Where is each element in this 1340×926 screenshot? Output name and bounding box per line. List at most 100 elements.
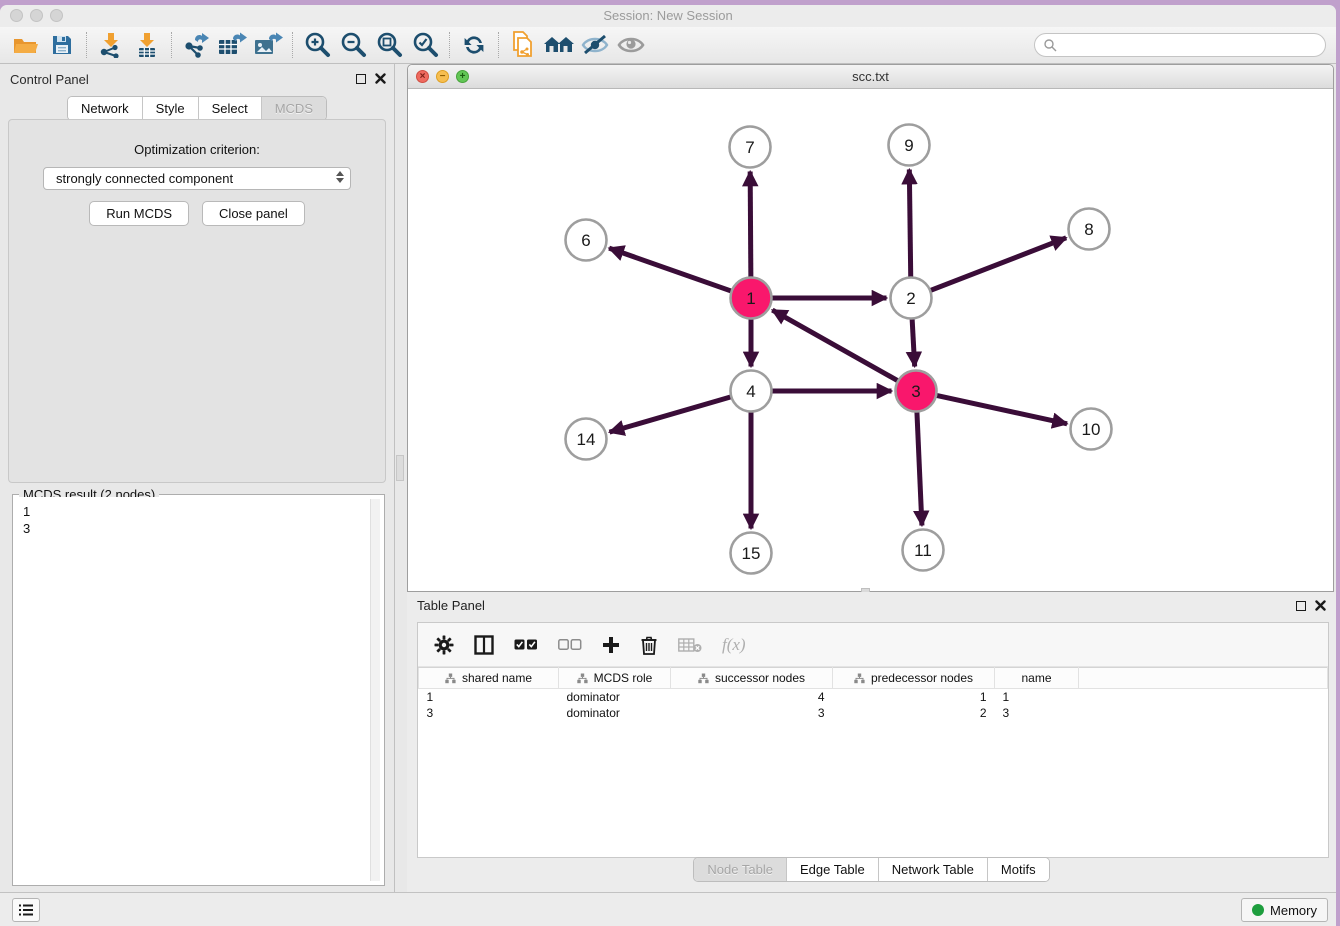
column-header-predecessor-nodes[interactable]: predecessor nodes bbox=[833, 668, 995, 689]
import-table-button[interactable] bbox=[129, 29, 165, 61]
close-table-panel-icon[interactable] bbox=[1315, 600, 1326, 611]
network-file-icon bbox=[510, 31, 536, 59]
graph-node-4[interactable]: 4 bbox=[731, 371, 772, 412]
network-view-window: × − + scc.txt 7 9 6 8 1 2 4 3 14 10 15 11 bbox=[407, 64, 1334, 592]
tab-select[interactable]: Select bbox=[199, 97, 262, 120]
graph-node-8[interactable]: 8 bbox=[1069, 209, 1110, 250]
tab-network[interactable]: Network bbox=[68, 97, 143, 120]
tab-network-table[interactable]: Network Table bbox=[879, 858, 988, 881]
graph-node-11[interactable]: 11 bbox=[903, 530, 944, 571]
tab-style[interactable]: Style bbox=[143, 97, 199, 120]
show-panel-menu-button[interactable] bbox=[12, 898, 40, 922]
search-field[interactable] bbox=[1034, 33, 1326, 57]
zoom-out-icon bbox=[339, 31, 367, 59]
export-network-button[interactable] bbox=[178, 29, 214, 61]
close-panel-icon[interactable] bbox=[375, 73, 386, 84]
tab-motifs[interactable]: Motifs bbox=[988, 858, 1049, 881]
cell-predecessor-nodes[interactable]: 2 bbox=[833, 705, 995, 721]
graph-edge-2-9[interactable] bbox=[909, 169, 910, 277]
column-header-mcds-role[interactable]: MCDS role bbox=[559, 668, 671, 689]
graph-edge-1-6[interactable] bbox=[609, 248, 732, 291]
network-canvas[interactable]: 7 9 6 8 1 2 4 3 14 10 15 11 bbox=[408, 89, 1333, 591]
hierarchy-icon bbox=[698, 673, 709, 684]
show-columns-button[interactable] bbox=[474, 635, 494, 655]
tab-edge-table[interactable]: Edge Table bbox=[787, 858, 879, 881]
zoom-selected-button[interactable] bbox=[407, 29, 443, 61]
graph-node-6[interactable]: 6 bbox=[566, 220, 607, 261]
graph-edge-3-10[interactable] bbox=[936, 395, 1067, 423]
graph-edge-4-14[interactable] bbox=[610, 397, 732, 432]
graph-node-14[interactable]: 14 bbox=[566, 419, 607, 460]
close-panel-button[interactable]: Close panel bbox=[202, 201, 305, 226]
graph-node-3[interactable]: 3 bbox=[896, 371, 937, 412]
graph-edge-1-7[interactable] bbox=[750, 171, 751, 277]
run-mcds-button[interactable]: Run MCDS bbox=[89, 201, 189, 226]
save-icon bbox=[50, 33, 74, 57]
dropdown-stepper-icon bbox=[336, 171, 344, 183]
list-icon bbox=[18, 903, 34, 917]
zoom-fit-button[interactable] bbox=[371, 29, 407, 61]
cell-name[interactable]: 1 bbox=[995, 689, 1079, 705]
search-input[interactable] bbox=[1061, 38, 1325, 52]
cell-mcds-role[interactable]: dominator bbox=[559, 705, 671, 721]
cell-mcds-role[interactable]: dominator bbox=[559, 689, 671, 705]
graph-node-7[interactable]: 7 bbox=[730, 127, 771, 168]
mcds-result-box: MCDS result (2 nodes) 1 3 bbox=[12, 494, 385, 886]
cell-predecessor-nodes[interactable]: 1 bbox=[833, 689, 995, 705]
export-image-button[interactable] bbox=[250, 29, 286, 61]
table-row[interactable]: 3 dominator 3 2 3 bbox=[419, 705, 1328, 721]
panel-divider-handle[interactable] bbox=[396, 455, 404, 481]
cell-successor-nodes[interactable]: 3 bbox=[671, 705, 833, 721]
table-row[interactable]: 1 dominator 4 1 1 bbox=[419, 689, 1328, 705]
column-header-shared-name[interactable]: shared name bbox=[419, 668, 559, 689]
cell-successor-nodes[interactable]: 4 bbox=[671, 689, 833, 705]
graph-node-9[interactable]: 9 bbox=[889, 125, 930, 166]
cell-shared-name[interactable]: 3 bbox=[419, 705, 559, 721]
graph-edge-2-8[interactable] bbox=[930, 238, 1066, 291]
optimization-criterion-dropdown[interactable]: strongly connected component bbox=[43, 167, 351, 190]
delete-table-button[interactable] bbox=[678, 637, 702, 653]
hide-graphics-button[interactable] bbox=[577, 29, 613, 61]
graph-edge-3-11[interactable] bbox=[917, 411, 922, 525]
zoom-out-button[interactable] bbox=[335, 29, 371, 61]
graph-node-15[interactable]: 15 bbox=[731, 533, 772, 574]
network-window-title: scc.txt bbox=[408, 69, 1333, 84]
mcds-result-list[interactable]: 1 3 bbox=[15, 497, 382, 883]
float-table-panel-icon[interactable] bbox=[1296, 601, 1306, 611]
result-scrollbar[interactable] bbox=[370, 499, 380, 881]
toolbar-separator bbox=[498, 32, 499, 58]
zoom-in-button[interactable] bbox=[299, 29, 335, 61]
graph-node-10[interactable]: 10 bbox=[1071, 409, 1112, 450]
tab-mcds[interactable]: MCDS bbox=[262, 97, 326, 120]
graph-edge-2-3[interactable] bbox=[912, 318, 915, 366]
network-file-button[interactable] bbox=[505, 29, 541, 61]
table-settings-button[interactable] bbox=[434, 635, 454, 655]
column-header-name[interactable]: name bbox=[995, 668, 1079, 689]
graph-node-1[interactable]: 1 bbox=[731, 278, 772, 319]
show-graphics-button[interactable] bbox=[613, 29, 649, 61]
open-session-button[interactable] bbox=[8, 29, 44, 61]
network-window-titlebar[interactable]: × − + scc.txt bbox=[408, 65, 1333, 89]
graph-node-2[interactable]: 2 bbox=[891, 278, 932, 319]
refresh-button[interactable] bbox=[456, 29, 492, 61]
select-all-button[interactable] bbox=[514, 639, 538, 651]
graph-edge-3-1[interactable] bbox=[772, 310, 898, 381]
column-header-successor-nodes[interactable]: successor nodes bbox=[671, 668, 833, 689]
export-table-button[interactable] bbox=[214, 29, 250, 61]
apply-function-button[interactable]: f(x) bbox=[722, 635, 746, 655]
save-session-button[interactable] bbox=[44, 29, 80, 61]
hierarchy-icon bbox=[445, 673, 456, 684]
network-graph[interactable]: 7 9 6 8 1 2 4 3 14 10 15 11 bbox=[408, 89, 1333, 592]
deselect-all-button[interactable] bbox=[558, 639, 582, 651]
delete-row-button[interactable] bbox=[640, 635, 658, 655]
tab-node-table[interactable]: Node Table bbox=[694, 858, 787, 881]
cell-name[interactable]: 3 bbox=[995, 705, 1079, 721]
cell-shared-name[interactable]: 1 bbox=[419, 689, 559, 705]
float-panel-icon[interactable] bbox=[356, 74, 366, 84]
home-button[interactable] bbox=[541, 29, 577, 61]
memory-button[interactable]: Memory bbox=[1241, 898, 1328, 922]
import-network-button[interactable] bbox=[93, 29, 129, 61]
add-row-button[interactable] bbox=[602, 636, 620, 654]
window-title: Session: New Session bbox=[0, 8, 1336, 23]
columns-icon bbox=[474, 635, 494, 655]
